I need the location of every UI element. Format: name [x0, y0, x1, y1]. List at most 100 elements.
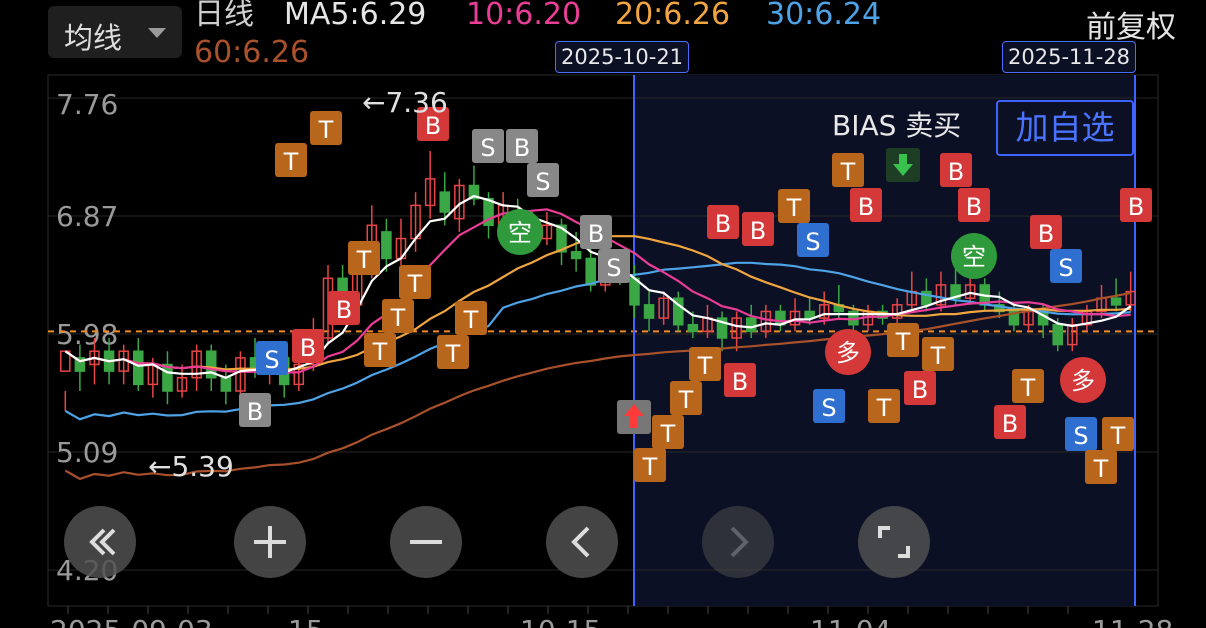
svg-text:T: T [678, 386, 694, 414]
indicator-dropdown[interactable]: 均线 [48, 6, 182, 58]
candle-body [1110, 297, 1122, 306]
candle-body [381, 231, 392, 260]
svg-text:T: T [1093, 455, 1109, 483]
signal-badge: 多 [825, 329, 871, 375]
fullscreen-button[interactable] [858, 506, 930, 578]
signal-marker: B [1030, 215, 1062, 249]
signal-marker: B [328, 291, 360, 325]
signal-marker: T [1012, 369, 1044, 403]
add-watchlist-button[interactable]: 加自选 [996, 100, 1134, 156]
svg-text:T: T [283, 148, 299, 176]
svg-text:B: B [732, 368, 748, 396]
candle-body [439, 191, 451, 213]
legend-ma30: 30:6.24 [766, 0, 882, 32]
signal-marker: T [868, 389, 900, 423]
x-tick-label: 11-04 [810, 614, 891, 628]
signal-marker: S [813, 389, 845, 423]
signal-marker: S [797, 223, 829, 257]
signal-marker: S [472, 129, 504, 163]
signal-marker: S [598, 249, 630, 283]
svg-text:S: S [480, 134, 495, 162]
svg-text:B: B [948, 158, 964, 186]
svg-text:B: B [247, 398, 263, 426]
candle-body [629, 277, 640, 306]
rewind-button[interactable] [64, 506, 136, 578]
signal-marker: B [707, 205, 739, 239]
signal-badge: 空 [951, 233, 997, 279]
signal-marker: B [940, 153, 972, 187]
svg-text:B: B [514, 134, 530, 162]
price-adjust-toggle[interactable]: 前复权 [1086, 2, 1176, 46]
low-annotation: ←5.39 [148, 450, 234, 483]
svg-text:T: T [463, 306, 479, 334]
prev-button[interactable] [546, 506, 618, 578]
legend-period: 日线 [194, 0, 254, 32]
candle-body [220, 377, 232, 392]
svg-text:T: T [786, 194, 802, 222]
y-tick-label: 6.87 [56, 200, 118, 233]
svg-text:T: T [318, 116, 334, 144]
legend-ma60: 60:6.26 [194, 35, 310, 70]
svg-text:B: B [300, 334, 316, 362]
svg-text:B: B [715, 210, 731, 238]
next-icon [730, 526, 749, 558]
signal-marker: T [399, 265, 431, 299]
next-button[interactable] [702, 506, 774, 578]
svg-text:S: S [1073, 422, 1088, 450]
svg-text:S: S [606, 254, 621, 282]
signal-marker: T [922, 337, 954, 371]
signal-badge: 多 [1060, 357, 1106, 403]
signal-marker: B [742, 212, 774, 246]
signal-marker: B [904, 371, 936, 405]
signal-marker: T [832, 153, 864, 187]
x-tick-label: 10-15 [520, 614, 601, 628]
svg-text:T: T [356, 246, 372, 274]
fullscreen-icon [878, 526, 910, 558]
candle-body [570, 251, 582, 260]
svg-text:B: B [966, 193, 982, 221]
candle-body [132, 350, 144, 386]
range-end-date: 2025-11-28 [1002, 41, 1137, 73]
zoom-out-button[interactable] [390, 506, 462, 578]
svg-text:B: B [1002, 410, 1018, 438]
svg-text:B: B [858, 193, 874, 221]
signal-marker: B [1120, 188, 1152, 222]
rewind-icon [89, 528, 116, 556]
signal-marker: B [580, 215, 612, 249]
signal-marker: B [239, 393, 271, 427]
candle-body [585, 257, 596, 286]
signal-marker: T [887, 323, 919, 357]
y-tick-label: 5.09 [56, 436, 118, 469]
svg-text:T: T [876, 394, 892, 422]
svg-text:T: T [930, 342, 946, 370]
signal-marker: B [724, 363, 756, 397]
signal-marker: T [364, 333, 396, 367]
svg-text:空: 空 [508, 219, 532, 247]
svg-text:S: S [1058, 254, 1073, 282]
signal-marker: T [652, 415, 684, 449]
legend-ma5: MA5:6.29 [284, 0, 427, 32]
svg-text:B: B [1128, 193, 1144, 221]
candle-body [745, 317, 757, 333]
svg-text:T: T [372, 338, 388, 366]
svg-text:B: B [1038, 220, 1054, 248]
svg-text:S: S [535, 168, 550, 196]
svg-text:S: S [821, 394, 836, 422]
signal-marker: B [850, 188, 882, 222]
signal-marker: T [1102, 417, 1134, 451]
high-annotation: ←7.36 [362, 86, 448, 119]
svg-text:T: T [445, 340, 461, 368]
range-start-date: 2025-10-21 [555, 41, 690, 73]
signal-marker: T [382, 299, 414, 333]
signal-marker: T [275, 143, 307, 177]
indicator-dropdown-label: 均线 [64, 21, 123, 55]
svg-text:T: T [390, 304, 406, 332]
signal-marker: B [506, 129, 538, 163]
svg-text:T: T [642, 453, 658, 481]
signal-marker: T [670, 381, 702, 415]
svg-text:T: T [840, 158, 856, 186]
zoom-in-button[interactable] [234, 506, 306, 578]
legend-ma20: 20:6.26 [615, 0, 731, 32]
svg-text:B: B [750, 217, 766, 245]
signal-marker: T [310, 111, 342, 145]
